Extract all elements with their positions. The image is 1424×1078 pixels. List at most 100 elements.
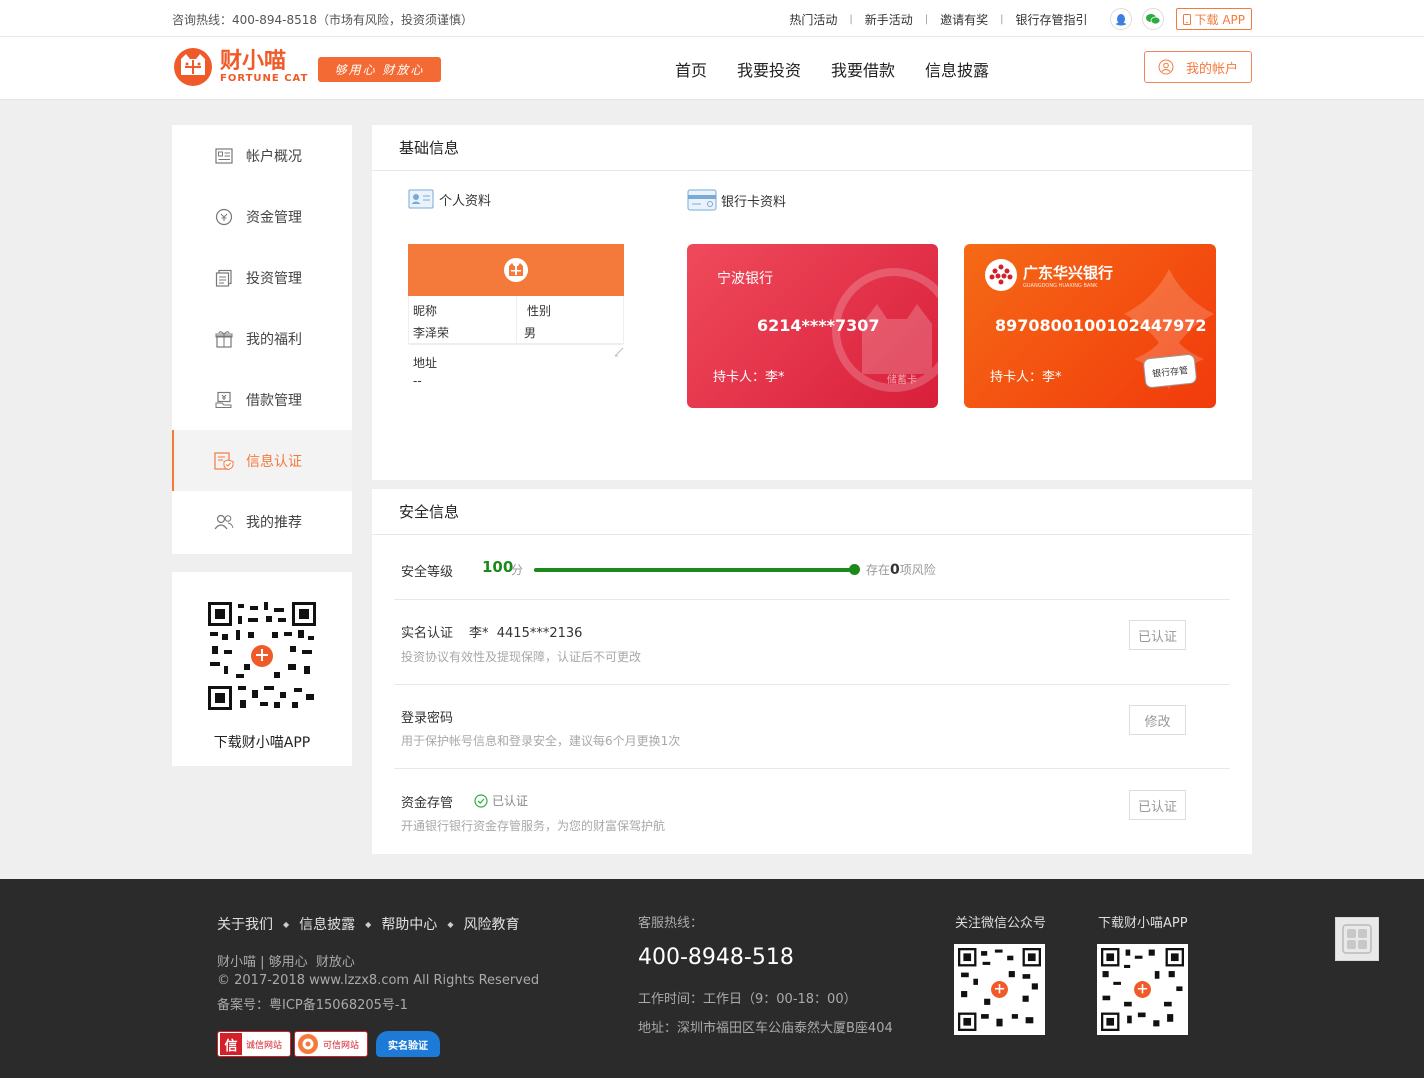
bank-info-heading: 银行卡资料 <box>687 189 786 211</box>
nav-invest[interactable]: 我要投资 <box>722 37 816 100</box>
login-password-desc: 用于保护帐号信息和登录安全，建议每6个月更换1次 <box>401 734 681 748</box>
funds-icon <box>214 207 234 227</box>
qq-icon[interactable] <box>1109 8 1132 30</box>
investment-icon <box>214 268 234 288</box>
card-type: 储蓄卡 <box>887 375 917 386</box>
security-info-panel: 安全信息 安全等级 100 分 存在0项风险 实名认证 李* 4415***21… <box>372 489 1252 854</box>
app-download-qr-caption: 下载财小喵APP <box>1098 916 1188 931</box>
sidebar-item-label: 帐户概况 <box>246 148 302 165</box>
nav-disclosure[interactable]: 信息披露 <box>910 37 1004 100</box>
fund-custody-row: 资金存管 已认证 开通银行银行资金存管服务，为您的财富保驾护航 已认证 <box>394 769 1230 853</box>
sidebar-item-label: 我的推荐 <box>246 514 302 531</box>
sidebar-item-investment[interactable]: 投资管理 <box>172 247 352 308</box>
referral-icon <box>214 512 234 532</box>
progress-end-dot <box>849 564 860 575</box>
my-account-button[interactable]: 我的帐户 <box>1144 51 1252 83</box>
app-qr-caption: 下载财小喵APP <box>213 735 311 751</box>
fund-custody-status: 已认证 <box>474 792 528 809</box>
bank-name: 宁波银行 <box>717 271 773 287</box>
site-logo[interactable]: 财小喵 FORTUNE CAT <box>172 46 308 88</box>
app-download-qr-box: 下载财小喵APP <box>172 572 352 766</box>
personal-info-heading: 个人资料 <box>408 189 491 209</box>
nickname-value: 李泽荣 <box>413 326 450 340</box>
bank-card-icon <box>687 189 717 211</box>
address-label: 地址 <box>413 356 438 370</box>
nav-borrow[interactable]: 我要借款 <box>816 37 910 100</box>
top-link-hot-activities[interactable]: 热门活动 <box>777 11 849 28</box>
slogan-badge: 够用心 财放心 <box>318 57 441 82</box>
main-header: 财小喵 FORTUNE CAT 够用心 财放心 首页 我要投资 我要借款 信息披… <box>0 37 1424 100</box>
top-link-newbie-activities[interactable]: 新手活动 <box>853 11 925 28</box>
footer-hours: 工作时间：工作日（9：00-18：00） <box>638 992 857 1007</box>
sidebar-item-loan[interactable]: 借款管理 <box>172 369 352 430</box>
footer-link-risk-education[interactable]: 风险教育 <box>463 914 519 934</box>
phone-icon <box>1182 13 1191 25</box>
real-name-verified-button[interactable]: 已认证 <box>1129 620 1186 650</box>
bank-info-label: 银行卡资料 <box>721 194 787 210</box>
footer-hotline: 400-8948-518 <box>638 945 794 970</box>
security-level-label: 安全等级 <box>401 565 454 580</box>
sidebar-item-label: 投资管理 <box>246 270 302 287</box>
check-circle-icon <box>474 793 488 808</box>
nav-home[interactable]: 首页 <box>660 37 722 100</box>
top-bar: 咨询热线：400-894-8518（市场有风险，投资须谨慎） 热门活动 | 新手… <box>0 0 1424 37</box>
account-overview-icon <box>214 146 234 166</box>
main-nav: 首页 我要投资 我要借款 信息披露 <box>660 37 1004 100</box>
sidebar: 帐户概况 资金管理 投资管理 我的福利 借款管理 信息认证 我的推荐 <box>172 125 352 554</box>
risk-text: 存在0项风险 <box>866 562 936 578</box>
sidebar-item-welfare[interactable]: 我的福利 <box>172 308 352 369</box>
security-progress-fill <box>534 568 854 572</box>
app-download-footer-qr-code-icon[interactable] <box>1097 944 1188 1035</box>
card-holder: 持卡人：李* <box>713 370 785 385</box>
top-link-invite-reward[interactable]: 邀请有奖 <box>928 11 1000 28</box>
security-level-row: 安全等级 100 分 存在0项风险 <box>394 536 1230 600</box>
fund-custody-verified-button[interactable]: 已认证 <box>1129 790 1186 820</box>
nickname-label: 昵称 <box>413 304 438 318</box>
fund-custody-title: 资金存管 <box>401 796 454 811</box>
footer-address: 地址：深圳市福田区车公庙泰然大厦B座404 <box>638 1021 893 1036</box>
sidebar-item-account-overview[interactable]: 帐户概况 <box>172 125 352 186</box>
real-name-verify-badge[interactable]: 实名验证 <box>376 1031 440 1057</box>
logo-cn-text: 财小喵 <box>220 48 287 74</box>
huaxing-bank-logo-icon <box>985 259 1017 291</box>
integrity-site-badge[interactable]: 信 诚信网站 <box>217 1031 291 1057</box>
sidebar-item-funds[interactable]: 资金管理 <box>172 186 352 247</box>
real-name-title: 实名认证 <box>401 626 454 641</box>
modify-password-button[interactable]: 修改 <box>1129 705 1186 735</box>
gender-label: 性别 <box>527 304 552 318</box>
risk-count: 0 <box>890 562 900 578</box>
footer-link-help[interactable]: 帮助中心 <box>381 914 437 934</box>
app-qr-code-icon[interactable] <box>208 602 316 710</box>
bank-card-huaxing[interactable]: 广东华兴银行 GUANGDONG HUAXING BANK 8970800100… <box>964 244 1216 408</box>
top-link-bank-custody-guide[interactable]: 银行存管指引 <box>1003 11 1099 28</box>
wechat-icon[interactable] <box>1141 8 1164 30</box>
security-score-unit: 分 <box>511 563 524 577</box>
my-account-label: 我的帐户 <box>1185 61 1238 77</box>
download-app-button[interactable]: 下载 APP <box>1175 8 1252 30</box>
download-app-label: 下载 APP <box>1194 12 1246 27</box>
user-icon <box>1158 59 1174 75</box>
gender-value: 男 <box>524 326 537 340</box>
edit-icon[interactable] <box>614 347 624 357</box>
footer-link-disclosure[interactable]: 信息披露 <box>299 914 355 934</box>
trusted-site-icon <box>298 1034 318 1054</box>
personal-info-label: 个人资料 <box>439 193 492 209</box>
sidebar-item-referral[interactable]: 我的推荐 <box>172 491 352 552</box>
custody-tag: 银行存管 <box>1142 353 1198 389</box>
card-number: 6214****7307 <box>757 316 880 335</box>
real-name-detail: 李* 4415***2136 <box>469 626 583 641</box>
sidebar-item-certification[interactable]: 信息认证 <box>172 430 352 491</box>
security-progress-track <box>534 568 854 572</box>
calculator-icon[interactable] <box>1335 917 1379 961</box>
footer-hotline-label: 客服热线： <box>638 916 704 931</box>
bank-name-en: GUANGDONG HUAXING BANK <box>1023 282 1098 289</box>
footer-icp: 备案号：粤ICP备15068205号-1 <box>217 998 408 1013</box>
top-links: 热门活动 | 新手活动 | 邀请有奖 | 银行存管指引 下载 APP <box>777 6 1252 32</box>
bank-card-ningbo[interactable]: 宁波银行 6214****7307 持卡人：李* 储蓄卡 <box>687 244 938 408</box>
wechat-qr-code-icon[interactable] <box>954 944 1045 1035</box>
fund-custody-desc: 开通银行银行资金存管服务，为您的财富保驾护航 <box>401 819 666 833</box>
trusted-site-badge[interactable]: 可信网站 <box>294 1031 368 1057</box>
footer-link-about[interactable]: 关于我们 <box>217 914 273 934</box>
footer-slogan: 财小喵 | 够用心 财放心 <box>217 955 355 970</box>
footer-links: 关于我们 ◆ 信息披露 ◆ 帮助中心 ◆ 风险教育 <box>217 914 519 934</box>
